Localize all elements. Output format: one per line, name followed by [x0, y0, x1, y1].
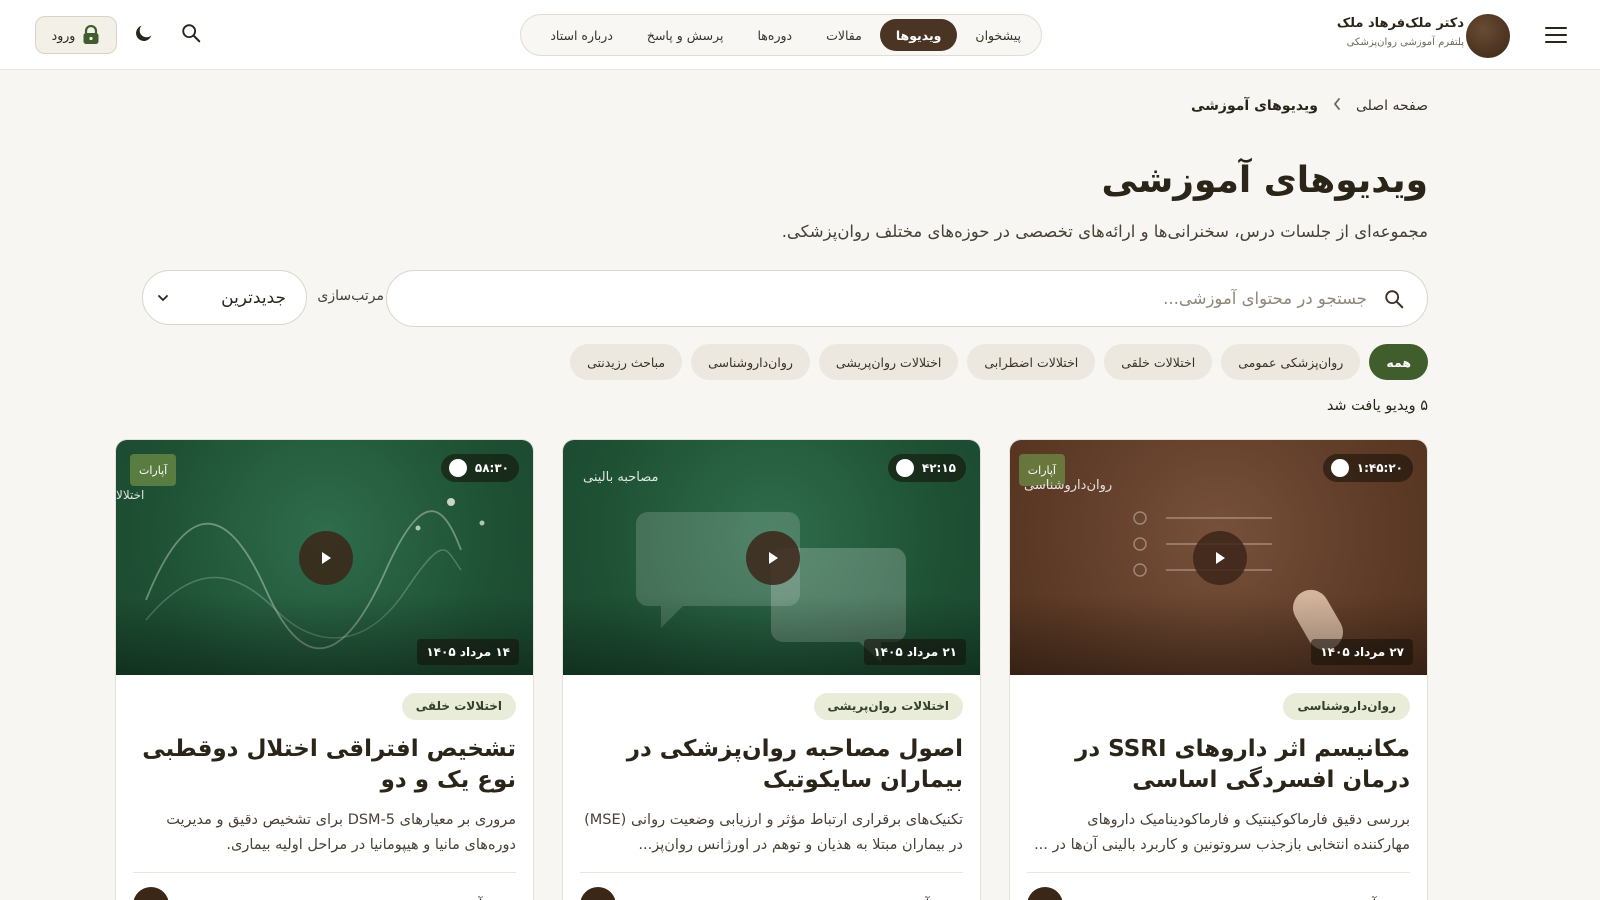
nav-item-dashboard[interactable]: پیشخوان	[959, 19, 1037, 51]
brand-avatar[interactable]	[1466, 14, 1510, 58]
card-body: اختلالات روان‌پریشی اصول مصاحبه روان‌پزش…	[563, 675, 980, 900]
filter-chip-residency-topics[interactable]: مباحث رزیدنتی	[570, 344, 683, 380]
breadcrumb-home-link[interactable]: صفحه اصلی	[1356, 98, 1428, 114]
clock-icon	[895, 459, 914, 477]
search-icon[interactable]	[178, 22, 202, 46]
nav-item-about[interactable]: درباره استاد	[534, 19, 629, 51]
category-tag: اختلالات روان‌پریشی	[813, 693, 963, 720]
dark-mode-toggle-icon[interactable]	[131, 22, 155, 46]
category-tag: اختلالات خلقی	[401, 693, 516, 720]
sort-selected-value: جدیدترین	[221, 287, 286, 308]
card-body: روان‌داروشناسی مکانیسم اثر داروهای SSRI …	[1010, 675, 1427, 900]
card-body: اختلالات خلقی تشخیص افتراقی اختلال دوقطب…	[116, 675, 533, 900]
source-badge: آپارات	[130, 454, 177, 486]
card-title[interactable]: مکانیسم اثر داروهای SSRI در درمان افسردگ…	[1027, 720, 1410, 796]
filter-chips: همه روان‌پزشکی عمومی اختلالات خلقی اختلا…	[570, 344, 1428, 380]
filter-chip-mood-disorders[interactable]: اختلالات خلقی	[1104, 344, 1213, 380]
nav-item-articles[interactable]: مقالات	[810, 19, 878, 51]
card-title[interactable]: اصول مصاحبه روان‌پزشکی در بیماران سایکوت…	[580, 720, 963, 796]
card-description: تکنیک‌های برقراری ارتباط مؤثر و ارزیابی …	[584, 812, 963, 853]
chevron-down-icon	[158, 294, 168, 301]
mini-play-button[interactable]	[1027, 887, 1063, 900]
thumbnail-caption: مصاحبه بالینی	[583, 470, 659, 485]
filter-chip-general-psychiatry[interactable]: روان‌پزشکی عمومی	[1221, 344, 1361, 380]
duration-badge: ۱:۴۵:۲۰	[1322, 454, 1413, 482]
filter-chip-all[interactable]: همه	[1369, 344, 1428, 380]
category-tag: روان‌داروشناسی	[1283, 693, 1410, 720]
filter-chip-psychopharmacology[interactable]: روان‌داروشناسی	[691, 344, 810, 380]
breadcrumb-current: ویدیوهای آموزشی	[1190, 98, 1318, 114]
clock-icon	[448, 459, 467, 477]
page-subtitle: مجموعه‌ای از جلسات درس، سخنرانی‌ها و ارا…	[781, 222, 1428, 241]
result-count: ۵ ویدیو یافت شد	[1326, 398, 1428, 414]
main-nav: پیشخوان ویدیوها مقالات دوره‌ها پرسش و پا…	[520, 14, 1042, 56]
nav-item-videos[interactable]: ویدیوها	[879, 19, 958, 51]
sort-dropdown[interactable]: جدیدترین	[142, 270, 307, 325]
card-description: مروری بر معیارهای DSM-5 برای تشخیص دقیق …	[166, 812, 516, 853]
mini-play-button[interactable]	[133, 887, 169, 900]
clock-icon	[1330, 459, 1349, 477]
thumbnail-caption: روان‌داروشناسی	[1024, 478, 1113, 493]
chevron-left-icon	[1332, 97, 1342, 115]
duration-text: ۵۸:۳۰	[474, 461, 509, 475]
top-header: دکتر ملک‌فرهاد ملک پلتفرم آموزشی روان‌پز…	[0, 0, 1600, 70]
hamburger-menu-icon[interactable]	[1542, 21, 1570, 49]
play-button[interactable]	[299, 531, 353, 585]
date-badge: ۲۷ مرداد ۱۴۰۵	[1311, 639, 1413, 665]
duration-text: ۱:۴۵:۲۰	[1356, 461, 1403, 475]
play-icon	[769, 552, 778, 564]
video-card[interactable]: ۴۲:۱۵ مصاحبه بالینی ۲۱ مرداد ۱۴۰۵ اختلال…	[562, 439, 981, 900]
card-title[interactable]: تشخیص افتراقی اختلال دوقطبی نوع یک و دو	[133, 720, 516, 796]
breadcrumb: صفحه اصلی ویدیوهای آموزشی	[1191, 97, 1428, 115]
video-card[interactable]: ۱:۴۵:۲۰ آپارات روان‌داروشناسی ۲۷ مرداد ۱…	[1009, 439, 1428, 900]
video-card[interactable]: ۵۸:۳۰ آپارات اختلالا ۱۴ مرداد ۱۴۰۵ اختلا…	[115, 439, 534, 900]
sort-label: مرتب‌سازی	[317, 288, 384, 304]
card-footer: ویدیو آموزشی	[1027, 872, 1410, 900]
login-button[interactable]: ورود	[35, 16, 117, 54]
duration-text: ۴۲:۱۵	[921, 461, 956, 475]
search-icon	[1385, 289, 1404, 308]
nav-item-qa[interactable]: پرسش و پاسخ	[631, 19, 740, 51]
card-footer: ویدیو آموزشی	[580, 872, 963, 900]
card-description: بررسی دقیق فارماکوکینتیک و فارماکودینامی…	[1034, 812, 1410, 853]
duration-badge: ۴۲:۱۵	[887, 454, 966, 482]
date-badge: ۱۴ مرداد ۱۴۰۵	[417, 639, 519, 665]
video-thumbnail[interactable]: ۵۸:۳۰ آپارات اختلالا ۱۴ مرداد ۱۴۰۵	[116, 440, 533, 675]
nav-item-courses[interactable]: دوره‌ها	[742, 19, 809, 51]
filter-chip-psychotic-disorders[interactable]: اختلالات روان‌پریشی	[818, 344, 959, 380]
lock-icon	[83, 25, 99, 44]
duration-badge: ۵۸:۳۰	[440, 454, 519, 482]
play-icon	[1216, 552, 1225, 564]
login-label: ورود	[51, 27, 76, 43]
thumbnail-caption: اختلالا	[116, 488, 145, 502]
search-input[interactable]	[467, 289, 1367, 308]
play-icon	[322, 552, 331, 564]
brand-subtitle: پلتفرم آموزشی روان‌پزشکی	[1346, 37, 1464, 48]
card-footer: ویدیو آموزشی	[133, 872, 516, 900]
filter-chip-anxiety-disorders[interactable]: اختلالات اضطرابی	[967, 344, 1096, 380]
brand-name[interactable]: دکتر ملک‌فرهاد ملک	[1337, 16, 1464, 31]
search-box	[386, 270, 1428, 327]
page-title: ویدیوهای آموزشی	[1101, 160, 1428, 201]
mini-play-button[interactable]	[580, 887, 616, 900]
video-thumbnail[interactable]: ۱:۴۵:۲۰ آپارات روان‌داروشناسی ۲۷ مرداد ۱…	[1010, 440, 1427, 675]
play-button[interactable]	[1193, 531, 1247, 585]
play-button[interactable]	[746, 531, 800, 585]
video-thumbnail[interactable]: ۴۲:۱۵ مصاحبه بالینی ۲۱ مرداد ۱۴۰۵	[563, 440, 980, 675]
date-badge: ۲۱ مرداد ۱۴۰۵	[864, 639, 966, 665]
